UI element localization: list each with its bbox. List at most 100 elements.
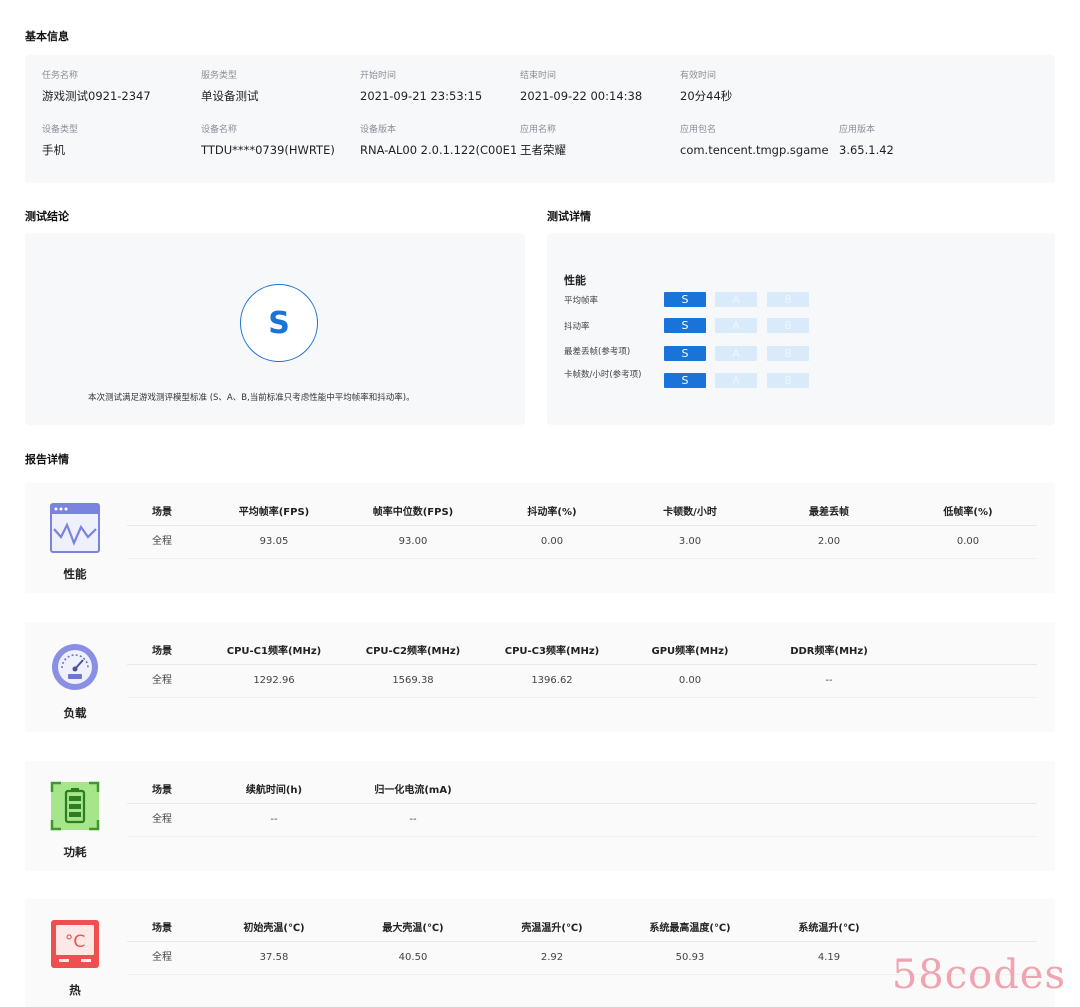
info-device-name: 设备名称 TTDU****0739(HWRTE) [201, 124, 361, 159]
basic-info-row: 设备类型 手机 设备名称 TTDU****0739(HWRTE) 设备版本 RN… [42, 124, 1002, 178]
table-cell: 全程 [152, 536, 172, 547]
report-card-performance: 性能 场景 平均帧率(FPS) 帧率中位数(FPS) 抖动率(%) 卡顿数/小时… [25, 483, 1055, 593]
table-row: 全程 1292.96 1569.38 1396.62 0.00 -- [127, 665, 1037, 698]
table-cell: 93.05 [259, 536, 289, 547]
table-header-cell: CPU-C1频率(MHz) [226, 646, 322, 657]
table-cell: 0.00 [956, 536, 980, 547]
grade-a: A [715, 373, 757, 388]
table-cell: 37.58 [259, 952, 289, 963]
table-header-cell: 低帧率(%) [943, 507, 993, 518]
info-label: 设备版本 [360, 125, 397, 135]
info-app-name: 应用名称 王者荣耀 [520, 124, 680, 159]
table-header-cell: 抖动率(%) [527, 507, 577, 518]
details-title: 测试详情 [547, 210, 591, 223]
table-header-cell: 场景 [152, 785, 172, 796]
grade-s-active: S [664, 346, 706, 361]
info-device-type: 设备类型 手机 [42, 124, 202, 159]
info-label: 应用名称 [520, 125, 557, 135]
info-app-version: 应用版本 3.65.1.42 [839, 124, 999, 159]
svg-text:°C: °C [65, 932, 85, 952]
table-header-cell: GPU频率(MHz) [651, 646, 729, 657]
detail-label: 平均帧率 [564, 296, 599, 306]
table-cell: -- [270, 814, 278, 825]
detail-label: 卡帧数/小时(参考项) [564, 370, 642, 380]
table-header-cell: DDR频率(MHz) [790, 646, 868, 657]
table-cell: 全程 [152, 814, 172, 825]
table-cell: 1292.96 [253, 675, 295, 686]
grade-b: B [767, 318, 809, 333]
grade-s-active: S [664, 373, 706, 388]
load-table: 场景 CPU-C1频率(MHz) CPU-C2频率(MHz) CPU-C3频率(… [127, 640, 1037, 698]
watermark: 58codes [891, 952, 1066, 998]
info-device-version: 设备版本 RNA-AL00 2.0.1.122(C00E1 [360, 124, 516, 159]
grade-b: B [767, 292, 809, 307]
info-task-name: 任务名称 游戏测试0921-2347 [42, 70, 202, 105]
table-header: 场景 平均帧率(FPS) 帧率中位数(FPS) 抖动率(%) 卡顿数/小时 最差… [127, 501, 1037, 526]
table-cell: 0.00 [678, 675, 702, 686]
info-label: 设备名称 [201, 125, 238, 135]
details-heading: 性能 [564, 274, 586, 287]
card-name: 功耗 [63, 845, 87, 859]
info-label: 任务名称 [42, 71, 79, 81]
table-header-cell: 场景 [152, 507, 172, 518]
table-cell: 50.93 [675, 952, 705, 963]
table-header-cell: 系统最高温度(℃) [649, 923, 731, 934]
table-header-cell: 场景 [152, 646, 172, 657]
table-header-cell: 最大壳温(℃) [382, 923, 444, 934]
info-label: 应用包名 [680, 125, 717, 135]
table-cell: 3.00 [678, 536, 702, 547]
report-card-power: 功耗 场景 续航时间(h) 归一化电流(mA) 全程 -- -- [25, 761, 1055, 871]
basic-info-title: 基本信息 [25, 30, 69, 43]
table-header: 场景 初始壳温(℃) 最大壳温(℃) 壳温温升(℃) 系统最高温度(℃) 系统温… [127, 917, 1037, 942]
grade-s-active: S [664, 318, 706, 333]
detail-label: 抖动率 [564, 322, 590, 332]
info-value: 2021-09-21 23:53:15 [360, 89, 483, 103]
table-header-cell: 系统温升(℃) [798, 923, 860, 934]
overall-grade-badge: S [240, 284, 318, 362]
grade-a: A [715, 318, 757, 333]
table-cell: 1569.38 [392, 675, 434, 686]
table-header-cell: 壳温温升(℃) [521, 923, 583, 934]
info-label: 开始时间 [360, 71, 397, 81]
gauge-icon [52, 644, 98, 690]
grade-a: A [715, 346, 757, 361]
table-cell: 2.92 [540, 952, 564, 963]
table-header-cell: 场景 [152, 923, 172, 934]
table-cell: 全程 [152, 952, 172, 963]
basic-info-row: 任务名称 游戏测试0921-2347 服务类型 单设备测试 开始时间 2021-… [42, 70, 1002, 124]
table-header-cell: 卡顿数/小时 [663, 507, 717, 518]
card-name: 负载 [63, 706, 87, 720]
card-name: 性能 [63, 567, 87, 581]
table-cell: 40.50 [398, 952, 428, 963]
table-header-cell: CPU-C2频率(MHz) [365, 646, 461, 657]
info-value: 王者荣耀 [520, 143, 566, 157]
info-end-time: 结束时间 2021-09-22 00:14:38 [520, 70, 680, 105]
table-cell: 1396.62 [531, 675, 573, 686]
table-header: 场景 续航时间(h) 归一化电流(mA) [127, 779, 1037, 804]
table-header-cell: 续航时间(h) [245, 785, 303, 796]
grade-b: B [767, 346, 809, 361]
grade-a: A [715, 292, 757, 307]
grade-s-active: S [664, 292, 706, 307]
power-table: 场景 续航时间(h) 归一化电流(mA) 全程 -- -- [127, 779, 1037, 837]
info-label: 设备类型 [42, 125, 79, 135]
info-value: 游戏测试0921-2347 [42, 89, 151, 103]
info-label: 有效时间 [680, 71, 717, 81]
table-header-cell: 平均帧率(FPS) [238, 507, 310, 518]
table-cell: 全程 [152, 675, 172, 686]
info-service-type: 服务类型 单设备测试 [201, 70, 361, 105]
conclusion-title: 测试结论 [25, 210, 69, 223]
info-start-time: 开始时间 2021-09-21 23:53:15 [360, 70, 520, 105]
conclusion-text: 本次测试满足游戏测评模型标准 (S、A、B,当前标准只考虑性能中平均帧率和抖动率… [88, 393, 415, 403]
table-cell: 0.00 [540, 536, 564, 547]
table-cell: -- [825, 675, 833, 686]
info-value: com.tencent.tmgp.sgame [680, 143, 829, 157]
battery-icon [50, 781, 100, 831]
grade-b: B [767, 373, 809, 388]
info-effective-time: 有效时间 20分44秒 [680, 70, 840, 105]
performance-chart-icon [50, 503, 100, 553]
detail-label: 最差丢帧(参考项) [564, 347, 631, 357]
info-label: 服务类型 [201, 71, 238, 81]
table-header-cell: CPU-C3频率(MHz) [504, 646, 600, 657]
performance-table: 场景 平均帧率(FPS) 帧率中位数(FPS) 抖动率(%) 卡顿数/小时 最差… [127, 501, 1037, 559]
